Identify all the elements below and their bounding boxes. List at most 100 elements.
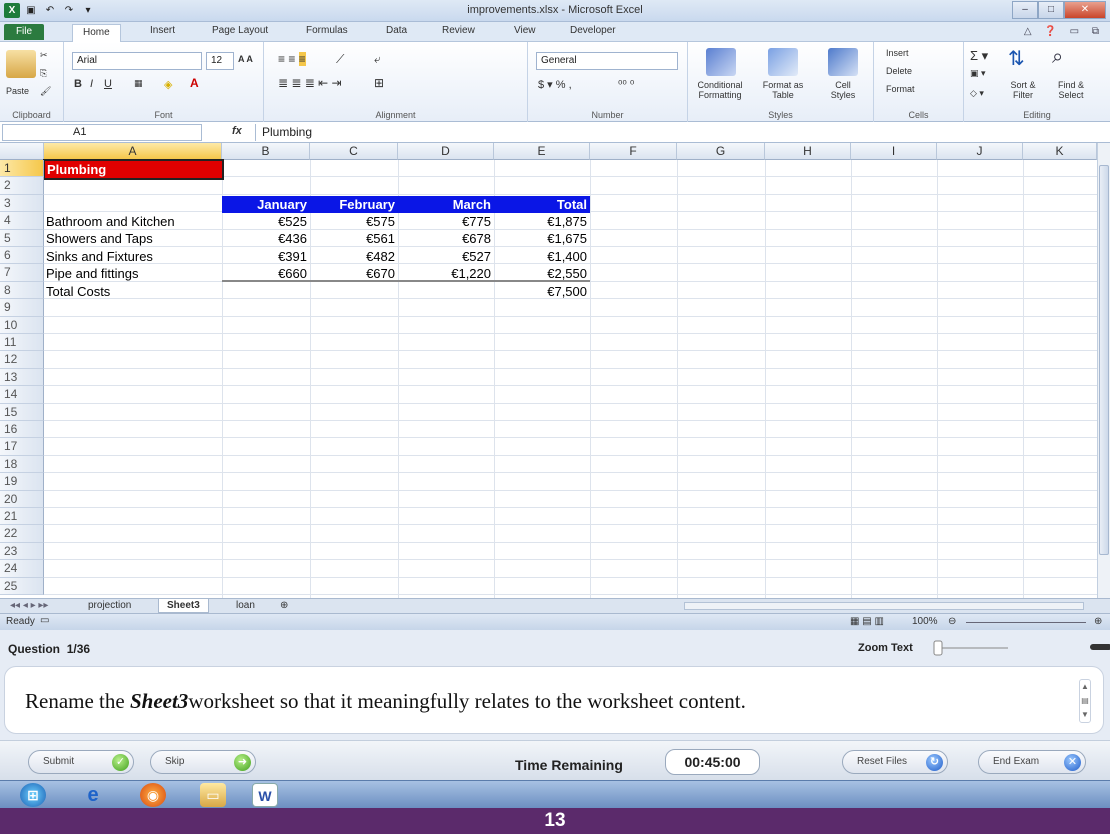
underline-button[interactable]: U — [104, 78, 112, 90]
sheet-tab-loan[interactable]: loan — [228, 599, 263, 613]
cell-e7[interactable]: €2,550 — [494, 265, 590, 282]
maximize-button[interactable]: □ — [1038, 1, 1064, 19]
row-header[interactable]: 14 — [0, 386, 44, 404]
row-header[interactable]: 12 — [0, 351, 44, 369]
worksheet-grid[interactable]: A B C D E F G H I J K Plumbing January F… — [0, 143, 1097, 598]
firefox-icon[interactable]: ◉ — [140, 783, 166, 807]
collapse-button[interactable] — [1090, 644, 1110, 650]
horizontal-scrollbar[interactable] — [684, 602, 1084, 610]
view-buttons-icon[interactable]: ▦ ▤ ▥ — [850, 616, 884, 627]
row-header[interactable]: 7 — [0, 264, 44, 282]
paste-button[interactable]: Paste — [6, 86, 29, 96]
row-header[interactable]: 23 — [0, 542, 44, 561]
column-header-e[interactable]: E — [494, 143, 590, 160]
row-header[interactable]: 13 — [0, 368, 44, 387]
column-header-k[interactable]: K — [1023, 143, 1097, 160]
tab-data[interactable]: Data — [386, 25, 407, 36]
zoom-text-slider[interactable] — [932, 640, 1010, 656]
cell-a1[interactable]: Plumbing — [43, 159, 224, 180]
new-sheet-icon[interactable]: ⊕ — [272, 599, 296, 613]
tab-insert[interactable]: Insert — [150, 25, 175, 36]
row-header[interactable]: 5 — [0, 229, 44, 247]
cell-b5[interactable]: €436 — [222, 230, 310, 247]
find-select-icon[interactable]: ⌕ — [1052, 46, 1063, 69]
row-header[interactable]: 24 — [0, 560, 44, 578]
row-header[interactable]: 2 — [0, 177, 44, 195]
insert-function-button[interactable]: fx — [232, 125, 242, 137]
question-scrollbar[interactable]: ▲ ▤ ▼ — [1079, 679, 1091, 723]
delete-cells-button[interactable]: Delete — [886, 66, 912, 76]
tab-home[interactable]: Home — [72, 24, 121, 42]
number-format-box[interactable]: General — [536, 52, 678, 70]
row-header[interactable]: 11 — [0, 334, 44, 352]
column-header-c[interactable]: C — [310, 143, 398, 160]
row-header[interactable]: 1 — [0, 160, 44, 178]
end-exam-button[interactable]: End Exam ✕ — [978, 750, 1086, 774]
format-cells-button[interactable]: Format — [886, 84, 915, 94]
row-header[interactable]: 6 — [0, 247, 44, 265]
cell-e4[interactable]: €1,875 — [494, 213, 590, 230]
row-header[interactable]: 16 — [0, 421, 44, 439]
cell-a7[interactable]: Pipe and fittings — [46, 265, 222, 282]
reset-files-button[interactable]: Reset Files ↻ — [842, 750, 948, 774]
cell-e6[interactable]: €1,400 — [494, 248, 590, 265]
skip-button[interactable]: Skip ➜ — [150, 750, 256, 774]
cell-d4[interactable]: €775 — [398, 213, 494, 230]
row-header[interactable]: 17 — [0, 438, 44, 456]
align-text-icon[interactable]: ≣ ≣ ≣ ⇤ ⇥ — [278, 76, 342, 90]
cell-d3[interactable]: March — [398, 196, 494, 213]
word-icon[interactable]: W — [252, 783, 278, 807]
row-header[interactable]: 10 — [0, 316, 44, 334]
row-header[interactable]: 25 — [0, 577, 44, 595]
cell-c4[interactable]: €575 — [310, 213, 398, 230]
font-size-box[interactable]: 12 — [206, 52, 234, 70]
zoom-out-icon[interactable]: ⊖ — [948, 616, 956, 627]
cell-c7[interactable]: €670 — [310, 265, 398, 282]
zoom-level[interactable]: 100% — [912, 616, 938, 627]
find-select-button[interactable]: Find & Select — [1048, 80, 1094, 100]
paste-icon[interactable] — [6, 50, 36, 78]
column-header-j[interactable]: J — [937, 143, 1023, 160]
cell-b3[interactable]: January — [222, 196, 310, 213]
sheet-tab-projection[interactable]: projection — [80, 599, 139, 613]
row-header[interactable]: 15 — [0, 403, 44, 421]
clear-icon[interactable]: ◇ ▾ — [970, 88, 984, 99]
vertical-scroll-thumb[interactable] — [1099, 165, 1109, 555]
select-all-corner[interactable] — [0, 143, 44, 160]
cell-c5[interactable]: €561 — [310, 230, 398, 247]
autosum-icon[interactable]: Σ ▾ — [970, 48, 988, 64]
cell-d7[interactable]: €1,220 — [398, 265, 494, 282]
tab-file[interactable]: File — [4, 24, 44, 40]
cell-c3[interactable]: February — [310, 196, 398, 213]
column-header-i[interactable]: I — [851, 143, 937, 160]
tab-view[interactable]: View — [514, 25, 536, 36]
conditional-formatting-icon[interactable] — [706, 48, 736, 76]
font-color-icon[interactable]: A — [190, 76, 199, 90]
tab-developer[interactable]: Developer — [570, 25, 616, 36]
cell-b7[interactable]: €660 — [222, 265, 310, 282]
zoom-slider[interactable] — [966, 622, 1086, 623]
cell-d5[interactable]: €678 — [398, 230, 494, 247]
wrap-text-icon[interactable]: ⤶ — [374, 52, 381, 67]
formula-input[interactable]: Plumbing — [255, 124, 1100, 141]
column-header-b[interactable]: B — [222, 143, 310, 160]
start-button-icon[interactable]: ⊞ — [20, 783, 46, 807]
row-header[interactable]: 19 — [0, 473, 44, 491]
sort-filter-button[interactable]: Sort & Filter — [1000, 80, 1046, 100]
fill-icon[interactable]: ▣ ▾ — [970, 68, 986, 79]
cell-a8[interactable]: Total Costs — [46, 283, 222, 300]
format-as-table-icon[interactable] — [768, 48, 798, 76]
sheet-tab-sheet3[interactable]: Sheet3 — [158, 599, 209, 613]
decimal-icon[interactable]: ⁰⁰ ⁰ — [618, 78, 634, 91]
cell-styles-button[interactable]: Cell Styles — [822, 80, 864, 100]
fill-color-icon[interactable]: ◈ — [164, 78, 172, 91]
row-header[interactable]: 22 — [0, 525, 44, 543]
column-header-d[interactable]: D — [398, 143, 494, 160]
format-as-table-button[interactable]: Format as Table — [756, 80, 810, 100]
help-icon[interactable]: △ ❓ ▭ ⧉ — [1024, 26, 1104, 37]
merge-center-icon[interactable]: ⊞ — [374, 76, 384, 90]
font-name-box[interactable]: Arial — [72, 52, 202, 70]
top-align-icon[interactable]: ≡ ≡ ≡ — [278, 52, 306, 66]
column-header-f[interactable]: F — [590, 143, 677, 160]
cell-e5[interactable]: €1,675 — [494, 230, 590, 247]
